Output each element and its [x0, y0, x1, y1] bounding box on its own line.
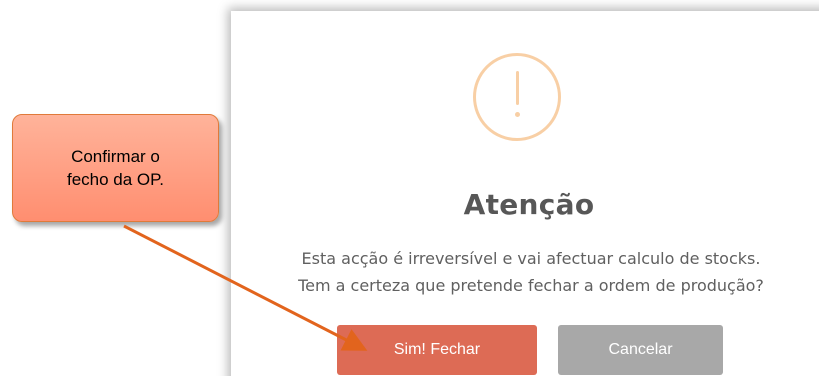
arrow-line — [123, 224, 368, 351]
annotation-arrow — [123, 224, 368, 351]
screen: Atenção Esta acção é irreversível e vai … — [0, 0, 819, 376]
